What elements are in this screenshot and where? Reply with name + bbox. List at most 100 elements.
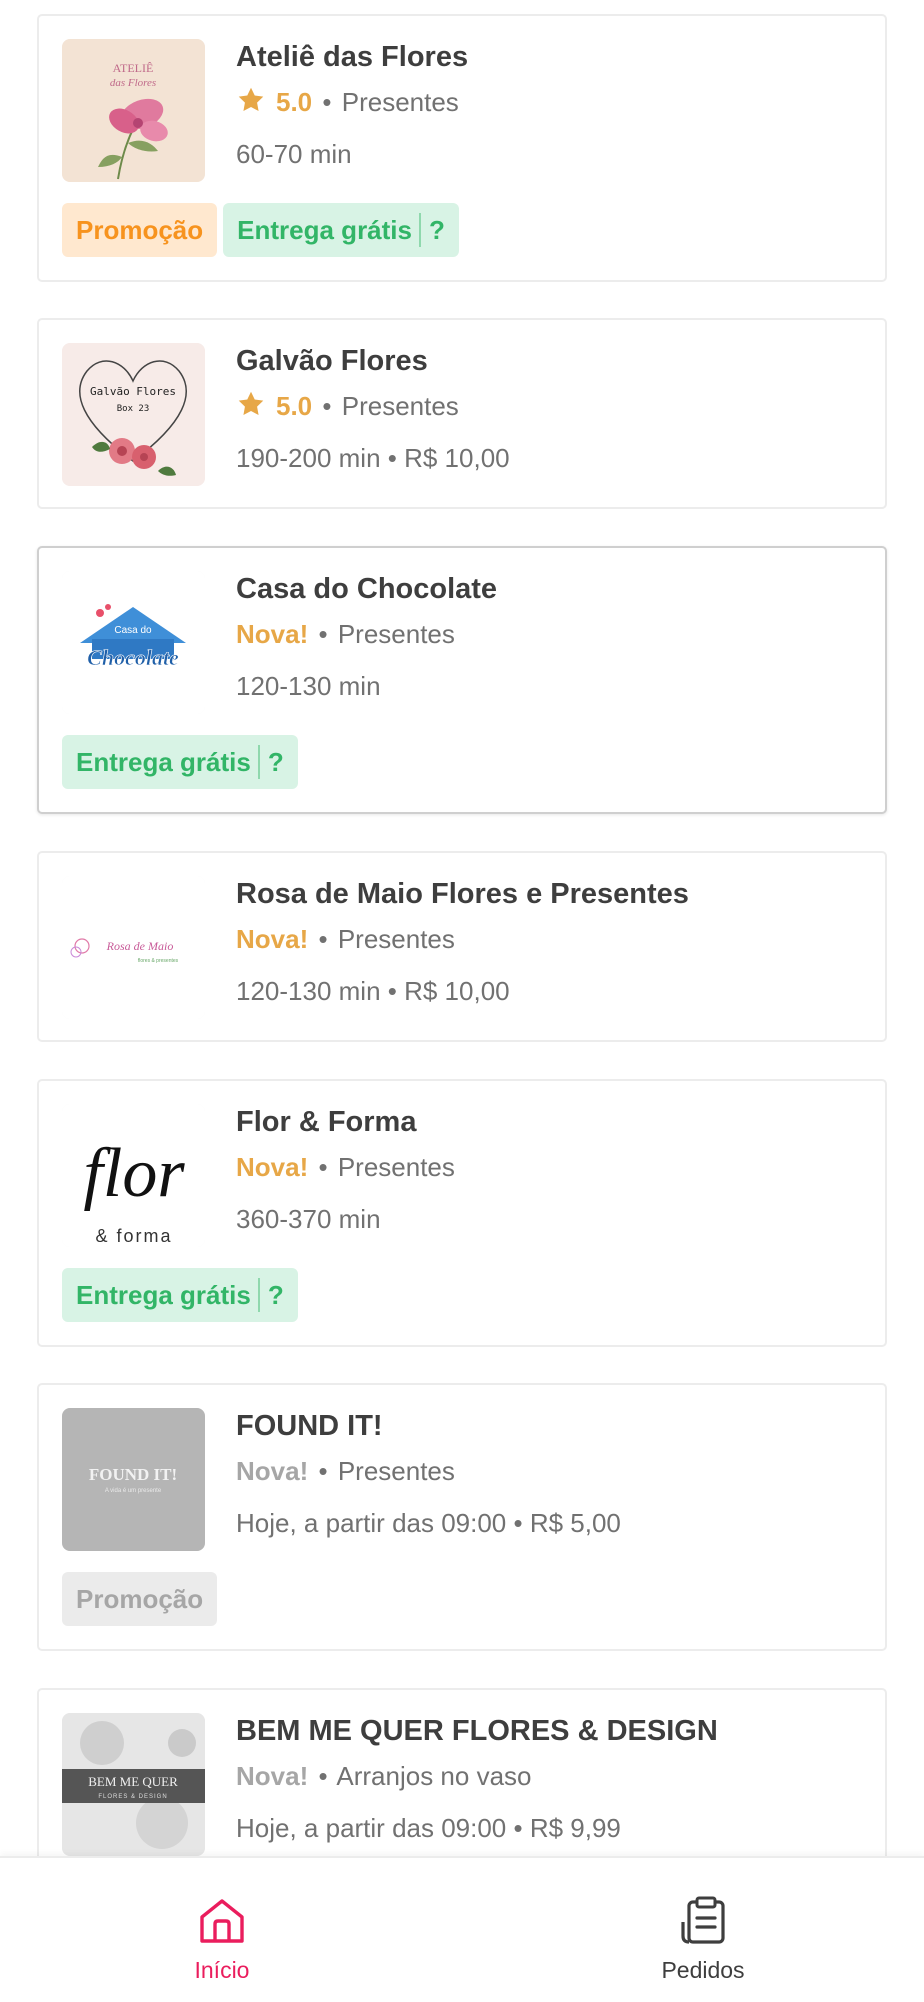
tag-divider	[257, 745, 260, 779]
store-logo: Casa do Chocolate	[62, 571, 205, 714]
store-tags: Entrega grátis?	[62, 735, 304, 789]
logo-text: FLORES & DESIGN	[98, 1794, 167, 1800]
store-delivery-time: 120-130 min	[236, 671, 381, 701]
free-delivery-label: Entrega grátis	[76, 747, 251, 777]
separator-dot: •	[318, 924, 328, 954]
store-meta: 5.0 • Presentes	[236, 86, 865, 118]
free-delivery-tag[interactable]: Entrega grátis?	[223, 203, 459, 257]
store-delivery-time: 120-130 min • R$ 10,00	[236, 976, 510, 1006]
store-card[interactable]: Casa do Chocolate Casa do Chocolate Nova…	[37, 546, 887, 814]
store-card[interactable]: ATELIÊ das Flores Ateliê das Flores 5.0 …	[37, 14, 887, 282]
promo-tag: Promoção	[62, 203, 218, 257]
nav-orders[interactable]: Pedidos	[603, 1858, 803, 2002]
store-card[interactable]: Galvão Flores Box 23 Galvão Flores 5.0 •…	[37, 318, 887, 509]
logo-text: flor	[83, 1135, 185, 1212]
store-name: Rosa de Maio Flores e Presentes	[236, 878, 689, 910]
store-delivery-time: 60-70 min	[236, 139, 352, 169]
store-delivery-time: 190-200 min • R$ 10,00	[236, 443, 510, 473]
store-rating: 5.0	[276, 87, 313, 117]
nav-orders-label: Pedidos	[661, 1957, 745, 1983]
new-badge: Nova!	[236, 924, 309, 954]
store-category: Presentes	[337, 619, 455, 649]
separator-dot: •	[318, 1761, 328, 1791]
store-category: Presentes	[337, 1456, 455, 1486]
free-delivery-label: Entrega grátis	[76, 1280, 251, 1310]
help-icon[interactable]: ?	[268, 1280, 284, 1310]
separator-dot: •	[318, 619, 328, 649]
store-logo: Rosa de Maio flores & presentes	[62, 876, 205, 1019]
logo-text: Galvão Flores	[90, 385, 176, 398]
store-info: Ateliê das Flores 5.0 • Presentes 60-70 …	[236, 40, 865, 170]
store-info: Flor & Forma Nova! • Presentes 360-370 m…	[236, 1105, 865, 1235]
logo-text: flores & presentes	[138, 958, 179, 964]
logo-text: FOUND IT!	[89, 1465, 177, 1484]
separator-dot: •	[318, 1152, 328, 1182]
nav-home[interactable]: Início	[122, 1858, 322, 2002]
logo-text: BEM ME QUER	[88, 1774, 178, 1789]
store-info: Casa do Chocolate Nova! • Presentes 120-…	[236, 572, 865, 702]
store-name: Flor & Forma	[236, 1106, 417, 1138]
store-category: Presentes	[341, 391, 459, 421]
store-logo: flor & forma	[62, 1104, 205, 1247]
clipboard-icon	[681, 1896, 725, 1944]
store-name: FOUND IT!	[236, 1410, 383, 1442]
new-badge: Nova!	[236, 619, 309, 649]
store-card[interactable]: flor & forma Flor & Forma Nova! • Presen…	[37, 1079, 887, 1347]
store-meta: Nova! • Arranjos no vaso	[236, 1760, 865, 1792]
store-logo: FOUND IT! A vida é um presente	[62, 1408, 205, 1551]
store-delivery-time: Hoje, a partir das 09:00 • R$ 9,99	[236, 1813, 621, 1843]
tag-divider	[418, 213, 421, 247]
star-icon	[238, 391, 264, 415]
free-delivery-tag[interactable]: Entrega grátis?	[62, 735, 298, 789]
separator-dot: •	[318, 1456, 328, 1486]
logo-text: Box 23	[117, 404, 150, 414]
logo-text: das Flores	[110, 77, 156, 89]
store-tags: Entrega grátis?	[62, 1268, 304, 1322]
logo-text: ATELIÊ	[113, 61, 154, 75]
store-meta: Nova! • Presentes	[236, 923, 865, 955]
help-icon[interactable]: ?	[429, 215, 445, 245]
logo-text: & forma	[95, 1226, 172, 1246]
separator-dot: •	[322, 87, 332, 117]
store-card[interactable]: Rosa de Maio flores & presentes Rosa de …	[37, 851, 887, 1042]
store-info: FOUND IT! Nova! • Presentes Hoje, a part…	[236, 1409, 865, 1539]
promo-tag: Promoção	[62, 1572, 218, 1626]
store-tags: Promoção	[62, 1572, 223, 1626]
star-icon	[238, 87, 264, 111]
logo-text: Casa do	[114, 625, 152, 636]
store-category: Arranjos no vaso	[336, 1761, 532, 1791]
store-meta: Nova! • Presentes	[236, 1455, 865, 1487]
store-meta: 5.0 • Presentes	[236, 390, 865, 422]
store-info: Galvão Flores 5.0 • Presentes 190-200 mi…	[236, 344, 865, 474]
logo-text: Rosa de Maio	[106, 939, 174, 953]
store-name: Ateliê das Flores	[236, 41, 469, 73]
separator-dot: •	[322, 391, 332, 421]
free-delivery-label: Entrega grátis	[237, 215, 412, 245]
store-name: Galvão Flores	[236, 345, 428, 377]
store-delivery-time: 360-370 min	[236, 1204, 381, 1234]
store-category: Presentes	[337, 924, 455, 954]
store-meta: Nova! • Presentes	[236, 618, 865, 650]
store-name: BEM ME QUER FLORES & DESIGN	[236, 1715, 718, 1747]
store-tags: Promoção Entrega grátis?	[62, 203, 465, 257]
store-rating: 5.0	[276, 391, 313, 421]
store-category: Presentes	[337, 1152, 455, 1182]
logo-text: A vida é um presente	[105, 1488, 162, 1494]
store-info: Rosa de Maio Flores e Presentes Nova! • …	[236, 877, 865, 1007]
store-logo: ATELIÊ das Flores	[62, 39, 205, 182]
home-icon	[200, 1899, 244, 1943]
new-badge: Nova!	[236, 1761, 309, 1791]
store-card[interactable]: FOUND IT! A vida é um presente FOUND IT!…	[37, 1383, 887, 1651]
store-name: Casa do Chocolate	[236, 573, 498, 605]
new-badge: Nova!	[236, 1456, 309, 1486]
store-delivery-time: Hoje, a partir das 09:00 • R$ 5,00	[236, 1508, 621, 1538]
help-icon[interactable]: ?	[268, 747, 284, 777]
free-delivery-tag[interactable]: Entrega grátis?	[62, 1268, 298, 1322]
store-logo: BEM ME QUER FLORES & DESIGN	[62, 1713, 205, 1856]
store-info: BEM ME QUER FLORES & DESIGN Nova! • Arra…	[236, 1714, 865, 1844]
store-meta: Nova! • Presentes	[236, 1151, 865, 1183]
new-badge: Nova!	[236, 1152, 309, 1182]
bottom-nav: Início Pedidos	[0, 1856, 924, 2002]
tag-divider	[257, 1278, 260, 1312]
logo-text: Chocolate	[87, 645, 179, 670]
